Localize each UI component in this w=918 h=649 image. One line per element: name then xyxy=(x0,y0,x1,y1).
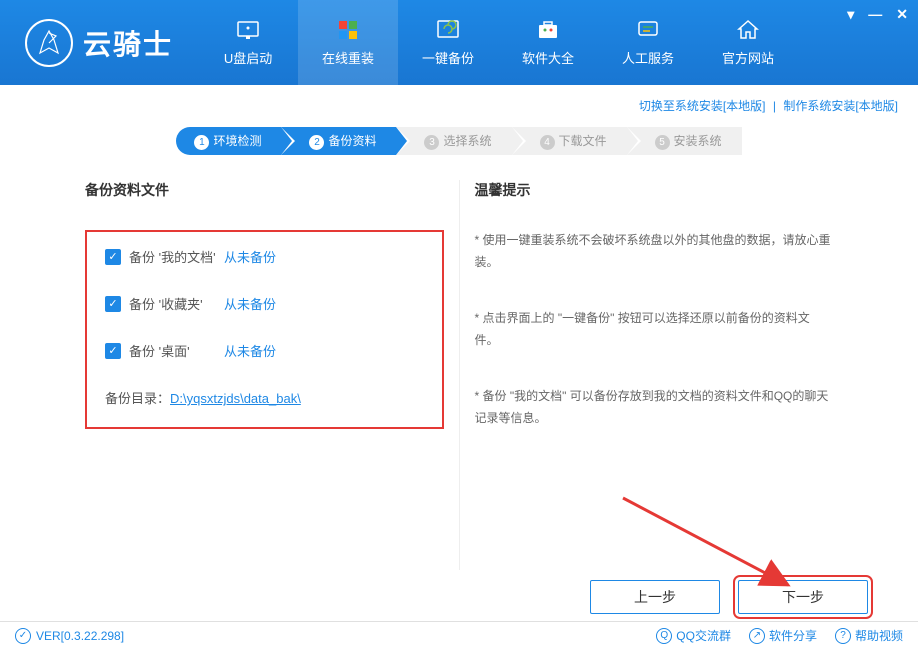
main-nav: U盘启动 在线重装 一键备份 软件大全 人工服务 官方网站 xyxy=(198,0,798,85)
menu-icon[interactable]: ▾ xyxy=(847,6,854,23)
app-logo: 云骑士 xyxy=(0,19,198,67)
version-info[interactable]: ✓ VER[0.3.22.298] xyxy=(15,628,124,644)
nav-backup[interactable]: 一键备份 xyxy=(398,0,498,85)
make-local-install-link[interactable]: 制作系统安装[本地版] xyxy=(783,99,898,113)
help-icon: ? xyxy=(835,628,851,644)
backup-dir-link[interactable]: D:\yqsxtzjds\data_bak\ xyxy=(170,391,301,406)
qq-icon: Q xyxy=(656,628,672,644)
backup-panel: 备份资料文件 ✓ 备份 '我的文档' 从未备份 ✓ 备份 '收藏夹' 从未备份 … xyxy=(70,180,460,570)
sub-links: 切换至系统安装[本地版] | 制作系统安装[本地版] xyxy=(0,85,918,122)
knight-logo-icon xyxy=(25,19,73,67)
status-favorites[interactable]: 从未备份 xyxy=(224,294,276,313)
app-name: 云骑士 xyxy=(83,23,173,63)
briefcase-icon xyxy=(534,18,562,42)
step-download: 4下载文件 xyxy=(512,127,627,155)
status-documents[interactable]: 从未备份 xyxy=(224,247,276,266)
tip-1: * 使用一键重装系统不会破坏系统盘以外的其他盘的数据，请放心重装。 xyxy=(475,230,834,273)
nav-usb-boot[interactable]: U盘启动 xyxy=(198,0,298,85)
home-icon xyxy=(734,18,762,42)
checkbox-desktop[interactable]: ✓ xyxy=(105,343,121,359)
close-button[interactable]: ✕ xyxy=(896,6,908,23)
qq-group-link[interactable]: Q QQ交流群 xyxy=(656,627,731,644)
main-content: 备份资料文件 ✓ 备份 '我的文档' 从未备份 ✓ 备份 '收藏夹' 从未备份 … xyxy=(0,180,918,570)
window-controls: ▾ — ✕ xyxy=(847,6,908,23)
backup-item-favorites: ✓ 备份 '收藏夹' 从未备份 xyxy=(105,294,424,313)
next-button[interactable]: 下一步 xyxy=(738,580,868,614)
nav-software[interactable]: 软件大全 xyxy=(498,0,598,85)
help-video-link[interactable]: ? 帮助视频 xyxy=(835,627,903,644)
action-buttons: 上一步 下一步 xyxy=(590,580,868,614)
nav-online-reinstall[interactable]: 在线重装 xyxy=(298,0,398,85)
share-icon: ↗ xyxy=(749,628,765,644)
checkbox-favorites[interactable]: ✓ xyxy=(105,296,121,312)
refresh-icon xyxy=(434,18,462,42)
tips-title: 温馨提示 xyxy=(475,180,834,200)
backup-directory: 备份目录：D:\yqsxtzjds\data_bak\ xyxy=(105,388,424,407)
tip-2: * 点击界面上的 "一键备份" 按钮可以选择还原以前备份的资料文件。 xyxy=(475,308,834,351)
step-select-system: 3选择系统 xyxy=(396,127,511,155)
backup-item-documents: ✓ 备份 '我的文档' 从未备份 xyxy=(105,247,424,266)
backup-title: 备份资料文件 xyxy=(85,180,444,200)
switch-local-install-link[interactable]: 切换至系统安装[本地版] xyxy=(639,99,766,113)
nav-website[interactable]: 官方网站 xyxy=(698,0,798,85)
check-icon: ✓ xyxy=(15,628,31,644)
backup-highlight-box: ✓ 备份 '我的文档' 从未备份 ✓ 备份 '收藏夹' 从未备份 ✓ 备份 '桌… xyxy=(85,230,444,429)
status-desktop[interactable]: 从未备份 xyxy=(224,341,276,360)
step-env-check: 1环境检测 xyxy=(176,127,281,155)
app-header: 云骑士 U盘启动 在线重装 一键备份 软件大全 人工服务 官方网站 ▾ — xyxy=(0,0,918,85)
tip-3: * 备份 "我的文档" 可以备份存放到我的文档的资料文件和QQ的聊天记录等信息。 xyxy=(475,386,834,429)
footer: ✓ VER[0.3.22.298] Q QQ交流群 ↗ 软件分享 ? 帮助视频 xyxy=(0,621,918,649)
tips-panel: 温馨提示 * 使用一键重装系统不会破坏系统盘以外的其他盘的数据，请放心重装。 *… xyxy=(460,180,849,570)
share-link[interactable]: ↗ 软件分享 xyxy=(749,627,817,644)
progress-steps: 1环境检测 2备份资料 3选择系统 4下载文件 5安装系统 xyxy=(0,127,918,155)
checkbox-documents[interactable]: ✓ xyxy=(105,249,121,265)
nav-support[interactable]: 人工服务 xyxy=(598,0,698,85)
windows-icon xyxy=(334,18,362,42)
step-backup: 2备份资料 xyxy=(281,127,396,155)
tips-content: * 使用一键重装系统不会破坏系统盘以外的其他盘的数据，请放心重装。 * 点击界面… xyxy=(475,230,834,430)
step-install: 5安装系统 xyxy=(627,127,742,155)
usb-icon xyxy=(234,18,262,42)
minimize-button[interactable]: — xyxy=(868,6,882,23)
backup-item-desktop: ✓ 备份 '桌面' 从未备份 xyxy=(105,341,424,360)
chat-icon xyxy=(634,18,662,42)
prev-button[interactable]: 上一步 xyxy=(590,580,720,614)
